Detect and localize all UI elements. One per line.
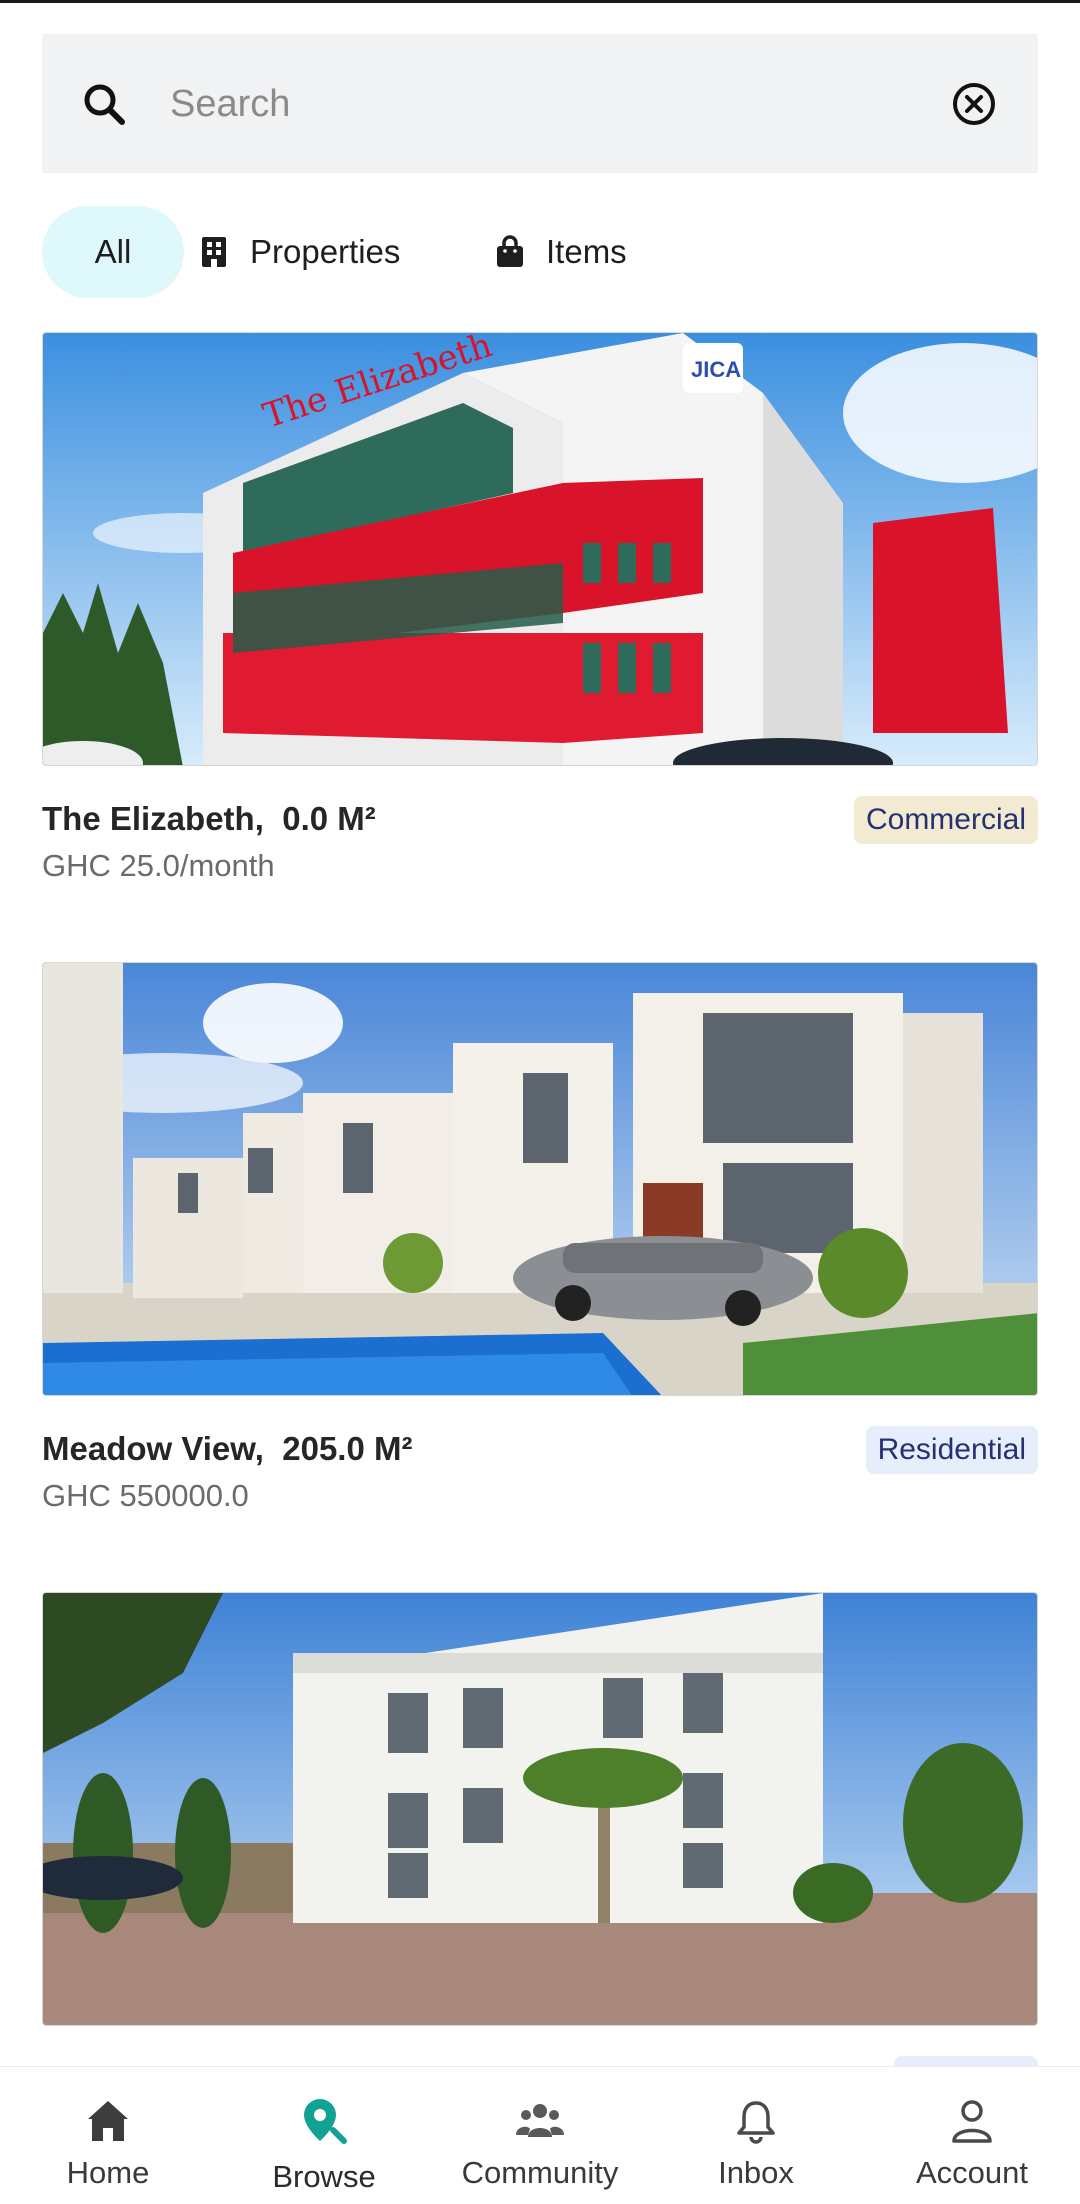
- shopping-bag-icon: [497, 235, 523, 267]
- nav-label: Inbox: [718, 2155, 794, 2190]
- bottom-navigation: Home Browse Community Inbox Account: [0, 2066, 1080, 2204]
- listing-title: Meadow View, 205.0 M²: [42, 1430, 412, 1468]
- search-input[interactable]: [168, 68, 972, 140]
- filter-chip-items[interactable]: Items: [494, 206, 627, 298]
- map-search-icon: [304, 2099, 347, 2144]
- filter-chip-label: Properties: [250, 233, 401, 270]
- nav-account[interactable]: Account: [864, 2067, 1080, 2204]
- people-icon: [516, 2104, 564, 2137]
- nav-browse[interactable]: Browse: [216, 2067, 432, 2204]
- person-icon: [952, 2100, 992, 2143]
- nav-label: Home: [66, 2155, 150, 2190]
- search-bar: [42, 34, 1038, 173]
- listing-price: GHC 550000.0: [42, 1478, 249, 1513]
- building-photo: The Elizabeth JICA: [43, 333, 1037, 765]
- bell-icon: [737, 2101, 775, 2144]
- listing-photo[interactable]: The Elizabeth JICA: [42, 332, 1038, 766]
- filter-chip-all[interactable]: All: [42, 206, 184, 298]
- filter-chip-properties[interactable]: Properties: [198, 206, 400, 298]
- listing-photo[interactable]: [42, 1592, 1038, 2026]
- nav-inbox[interactable]: Inbox: [648, 2067, 864, 2204]
- listing-card[interactable]: The Elizabeth JICA The Elizabeth, 0.0 M²…: [42, 332, 1038, 883]
- listing-card[interactable]: Meadow View, 205.0 M² GHC 550000.0 Resid…: [42, 962, 1038, 1513]
- search-icon: [84, 84, 125, 125]
- clear-search-icon[interactable]: [950, 80, 998, 128]
- svg-text:JICA: JICA: [691, 357, 741, 382]
- filter-chip-label: Items: [546, 233, 627, 270]
- listing-card[interactable]: [42, 1592, 1038, 2104]
- listing-size: 0.0 M²: [282, 800, 376, 837]
- nav-community[interactable]: Community: [432, 2067, 648, 2204]
- nav-home[interactable]: Home: [0, 2067, 216, 2204]
- listing-name: The Elizabeth,: [42, 800, 264, 837]
- home-icon: [88, 2101, 128, 2141]
- category-badge: Commercial: [853, 796, 1038, 844]
- listing-name: Meadow View,: [42, 1430, 264, 1467]
- listing-title: The Elizabeth, 0.0 M²: [42, 800, 376, 838]
- building-icon: [202, 237, 226, 267]
- nav-label: Community: [461, 2155, 619, 2190]
- category-badge: Residential: [865, 1426, 1038, 1474]
- apartment-photo: [43, 1593, 1037, 2025]
- filter-chip-label: All: [94, 233, 132, 270]
- house-photo: [43, 963, 1037, 1395]
- top-divider: [0, 0, 1080, 3]
- listing-photo[interactable]: [42, 962, 1038, 1396]
- nav-label: Browse: [272, 2159, 376, 2194]
- nav-label: Account: [915, 2155, 1028, 2190]
- listing-price: GHC 25.0/month: [42, 848, 275, 883]
- listing-size: 205.0 M²: [282, 1430, 413, 1467]
